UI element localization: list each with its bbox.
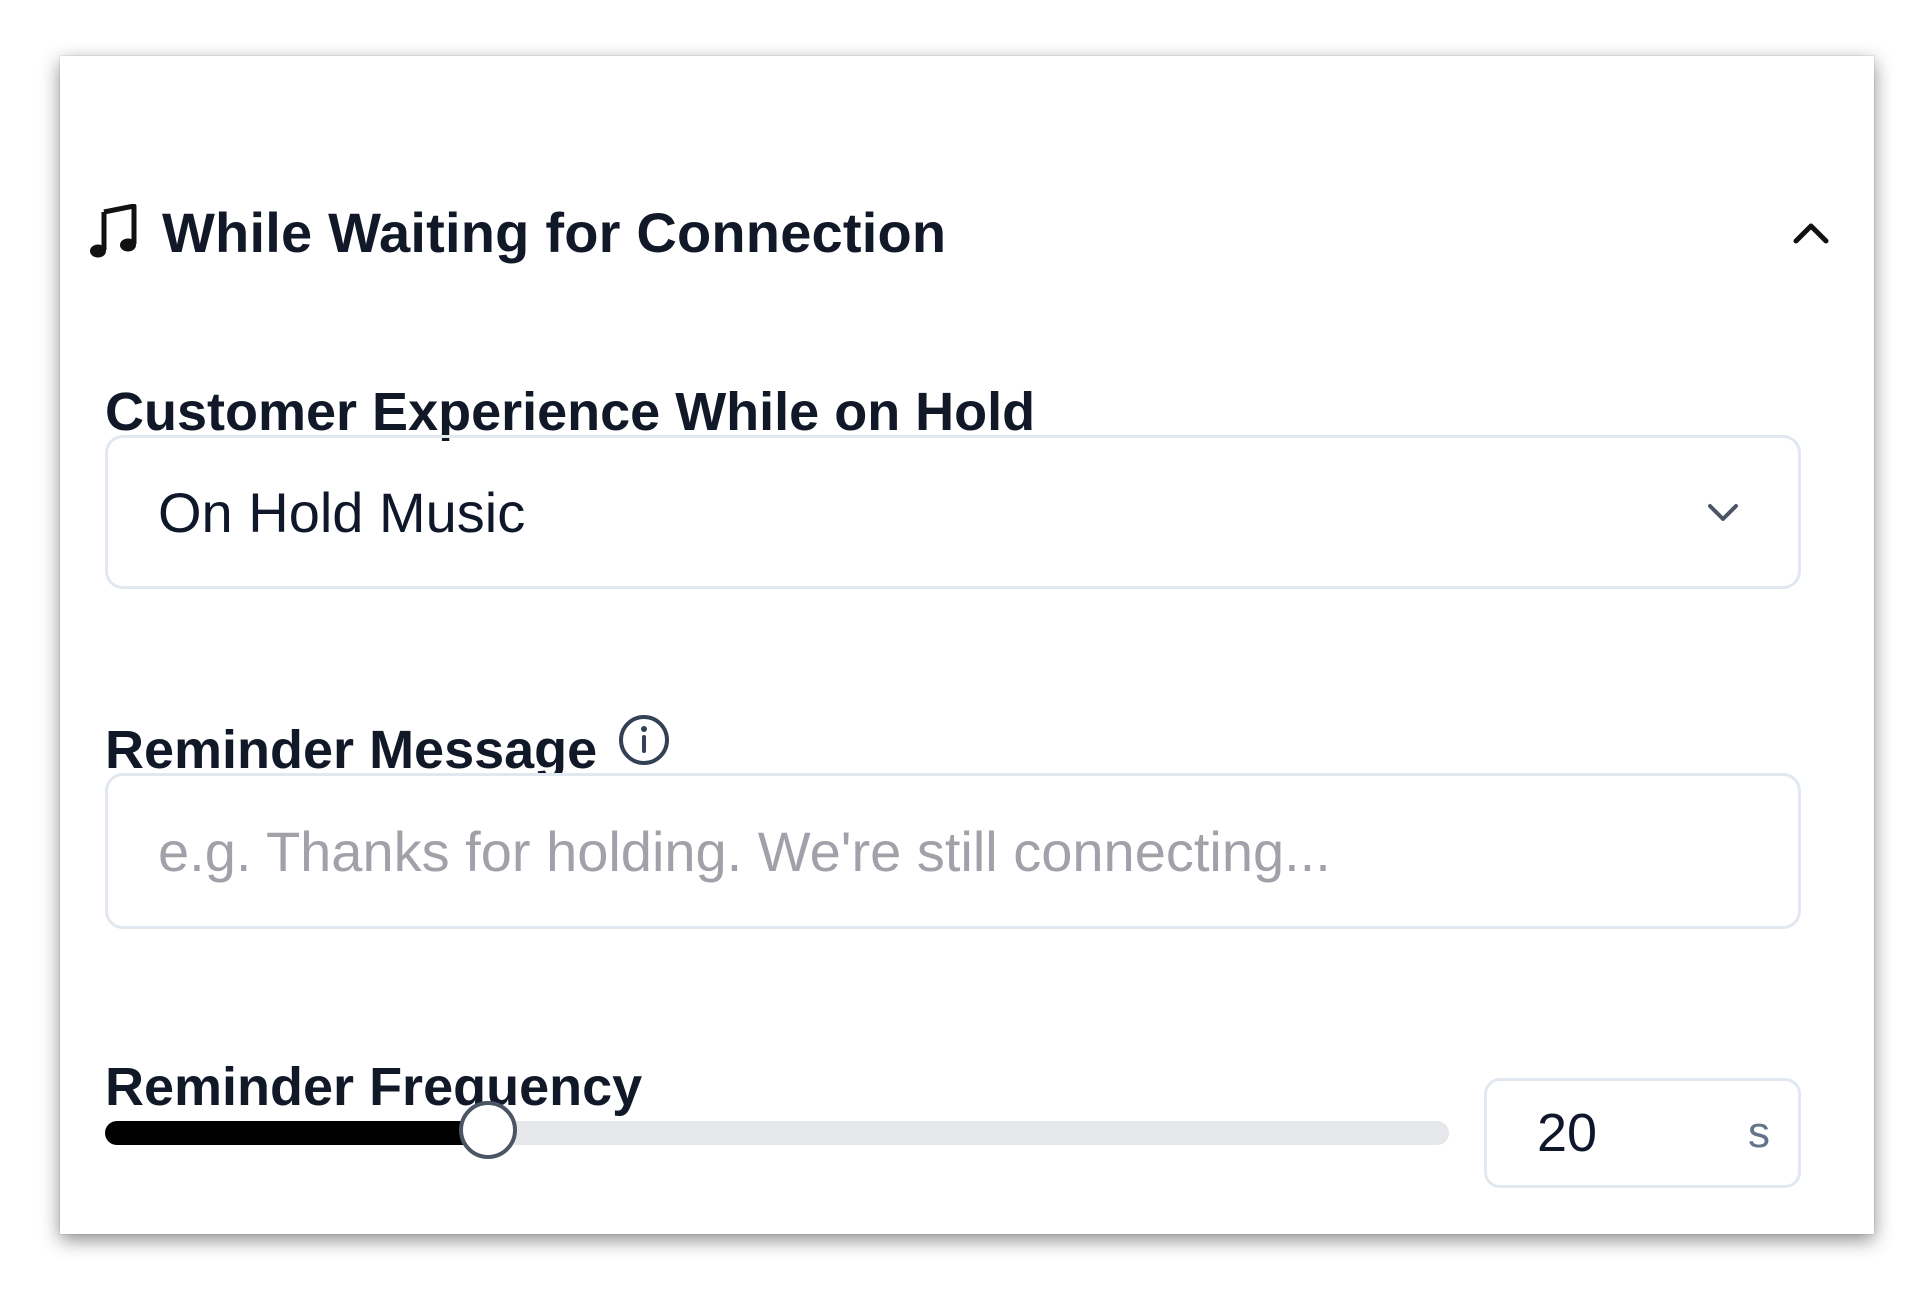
- chevron-down-icon: [1698, 488, 1748, 538]
- reminder-message-input[interactable]: [105, 773, 1801, 929]
- chevron-up-icon[interactable]: [1786, 208, 1836, 258]
- reminder-message-label-text: Reminder Message: [105, 720, 598, 780]
- music-note-icon: [90, 203, 140, 260]
- section-title: While Waiting for Connection: [162, 200, 947, 264]
- section-header-waiting[interactable]: While Waiting for Connection: [90, 196, 1836, 268]
- experience-select-value: On Hold Music: [158, 480, 526, 544]
- frequency-unit: s: [1748, 1108, 1770, 1157]
- frequency-slider[interactable]: [105, 1101, 1449, 1159]
- reminder-frequency-label: Reminder Frequency: [105, 1056, 642, 1118]
- reminder-frequency-label-text: Reminder Frequency: [105, 1057, 643, 1117]
- info-icon[interactable]: [617, 713, 671, 767]
- frequency-slider-thumb[interactable]: [459, 1101, 517, 1159]
- experience-select[interactable]: On Hold Music: [105, 435, 1801, 589]
- frequency-number-input[interactable]: 20 s: [1484, 1078, 1801, 1188]
- reminder-message-label: Reminder Message: [105, 715, 671, 781]
- frequency-value[interactable]: 20: [1537, 1102, 1597, 1164]
- frequency-slider-fill: [105, 1121, 488, 1145]
- experience-label: Customer Experience While on Hold: [105, 381, 1035, 443]
- experience-label-text: Customer Experience While on Hold: [105, 382, 1036, 442]
- settings-panel: While Waiting for Connection Customer Ex…: [60, 56, 1874, 1234]
